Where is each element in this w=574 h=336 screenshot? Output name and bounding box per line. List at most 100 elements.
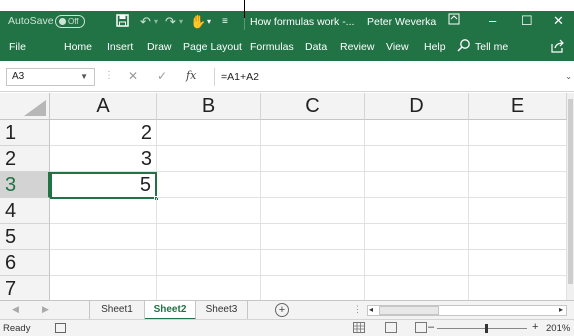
cell-d6[interactable] xyxy=(365,250,469,276)
zoom-level[interactable]: 201% xyxy=(546,323,570,334)
row-header-1[interactable]: 1 xyxy=(0,120,50,146)
column-header-e[interactable]: E xyxy=(469,93,567,120)
touch-mode-icon[interactable]: ✋ xyxy=(190,14,206,30)
touch-dropdown-icon[interactable]: ▾ xyxy=(207,14,211,30)
tab-data[interactable]: Data xyxy=(305,41,327,53)
cancel-icon[interactable]: ✕ xyxy=(128,69,138,83)
new-sheet-button[interactable]: + xyxy=(275,303,289,317)
cell-c3[interactable] xyxy=(261,172,365,198)
zoom-in-icon[interactable]: + xyxy=(532,321,538,333)
cell-e4[interactable] xyxy=(469,198,567,224)
row-header-6[interactable]: 6 xyxy=(0,250,50,276)
cell-d7[interactable] xyxy=(365,276,469,300)
cell-b5[interactable] xyxy=(157,224,261,250)
row-header-4[interactable]: 4 xyxy=(0,198,50,224)
accessibility-checker-icon[interactable] xyxy=(55,323,66,333)
scroll-right-icon[interactable]: ▸ xyxy=(559,305,563,314)
cell-e3[interactable] xyxy=(469,172,567,198)
cell-a5[interactable] xyxy=(50,224,157,250)
select-all-button[interactable] xyxy=(0,93,50,120)
cell-c4[interactable] xyxy=(261,198,365,224)
cell-c5[interactable] xyxy=(261,224,365,250)
undo-icon[interactable]: ↶ xyxy=(140,14,151,30)
cell-e7[interactable] xyxy=(469,276,567,300)
cell-d5[interactable] xyxy=(365,224,469,250)
cell-e6[interactable] xyxy=(469,250,567,276)
search-icon[interactable] xyxy=(457,38,471,52)
tab-view[interactable]: View xyxy=(386,41,409,53)
tab-formulas[interactable]: Formulas xyxy=(250,41,294,53)
row-header-5[interactable]: 5 xyxy=(0,224,50,250)
undo-dropdown-icon[interactable]: ▾ xyxy=(154,14,158,30)
cell-c7[interactable] xyxy=(261,276,365,300)
cell-a3[interactable]: 5 xyxy=(50,172,157,199)
horizontal-scroll-thumb[interactable] xyxy=(379,306,439,315)
cell-c1[interactable] xyxy=(261,120,365,146)
page-break-preview-icon[interactable] xyxy=(415,322,427,333)
share-icon[interactable] xyxy=(551,39,565,53)
scroll-left-icon[interactable]: ◂ xyxy=(369,305,373,314)
tab-split-handle-icon[interactable]: ⋮ xyxy=(353,304,362,315)
normal-view-icon[interactable] xyxy=(353,322,365,333)
cell-b6[interactable] xyxy=(157,250,261,276)
zoom-slider-knob[interactable] xyxy=(485,324,488,333)
column-header-a[interactable]: A xyxy=(50,93,157,120)
maximize-icon[interactable]: ☐ xyxy=(521,13,533,29)
sheet-tab-sheet1[interactable]: Sheet1 xyxy=(89,301,145,320)
cell-a2[interactable]: 3 xyxy=(50,146,157,172)
column-header-c[interactable]: C xyxy=(261,93,365,120)
close-icon[interactable]: ✕ xyxy=(553,13,564,29)
formula-input[interactable]: =A1+A2 xyxy=(214,68,574,86)
redo-icon[interactable]: ↷ xyxy=(165,14,176,30)
cell-a4[interactable] xyxy=(50,198,157,224)
customize-qat-icon[interactable]: ≡ xyxy=(222,14,228,30)
row-header-2[interactable]: 2 xyxy=(0,146,50,172)
tab-insert[interactable]: Insert xyxy=(107,41,133,53)
cell-e1[interactable] xyxy=(469,120,567,146)
column-header-b[interactable]: B xyxy=(157,93,261,120)
name-box-dropdown-icon[interactable]: ▼ xyxy=(80,69,88,85)
column-header-d[interactable]: D xyxy=(365,93,469,120)
sheet-tab-sheet2[interactable]: Sheet2 xyxy=(145,301,196,320)
previous-sheet-icon[interactable]: ◀ xyxy=(12,304,19,315)
cell-c6[interactable] xyxy=(261,250,365,276)
cell-d2[interactable] xyxy=(365,146,469,172)
ribbon-display-options-icon[interactable] xyxy=(448,13,460,30)
cell-a1[interactable]: 2 xyxy=(50,120,157,146)
name-box[interactable]: A3 ▼ xyxy=(6,68,95,86)
cell-d4[interactable] xyxy=(365,198,469,224)
cell-b2[interactable] xyxy=(157,146,261,172)
insert-function-icon[interactable]: fx xyxy=(186,69,196,82)
expand-formula-bar-icon[interactable]: ⌄ xyxy=(565,72,572,81)
cell-b7[interactable] xyxy=(157,276,261,300)
save-icon[interactable] xyxy=(116,14,129,31)
sheet-tab-sheet3[interactable]: Sheet3 xyxy=(196,301,248,320)
redo-dropdown-icon[interactable]: ▾ xyxy=(179,14,183,30)
tab-help[interactable]: Help xyxy=(424,41,446,53)
cell-a7[interactable] xyxy=(50,276,157,300)
tell-me-search[interactable]: Tell me xyxy=(475,41,508,53)
tab-draw[interactable]: Draw xyxy=(147,41,172,53)
tab-home[interactable]: Home xyxy=(64,41,92,53)
cell-c2[interactable] xyxy=(261,146,365,172)
cell-d1[interactable] xyxy=(365,120,469,146)
next-sheet-icon[interactable]: ▶ xyxy=(42,304,49,315)
minimize-icon[interactable]: – xyxy=(489,13,496,29)
row-header-7[interactable]: 7 xyxy=(0,276,50,300)
cell-b3[interactable] xyxy=(157,172,261,198)
zoom-slider[interactable] xyxy=(437,328,527,329)
autosave-toggle[interactable]: Off xyxy=(55,15,85,28)
cell-d3[interactable] xyxy=(365,172,469,198)
cell-b1[interactable] xyxy=(157,120,261,146)
tab-file[interactable]: File xyxy=(9,41,26,53)
cell-b4[interactable] xyxy=(157,198,261,224)
vertical-scroll-thumb[interactable] xyxy=(568,99,573,284)
tab-page-layout[interactable]: Page Layout xyxy=(183,41,242,53)
row-header-3[interactable]: 3 xyxy=(0,172,50,198)
tab-review[interactable]: Review xyxy=(340,41,374,53)
cell-e5[interactable] xyxy=(469,224,567,250)
zoom-out-icon[interactable]: – xyxy=(428,321,434,333)
cell-a6[interactable] xyxy=(50,250,157,276)
enter-icon[interactable]: ✓ xyxy=(157,69,167,83)
cell-e2[interactable] xyxy=(469,146,567,172)
